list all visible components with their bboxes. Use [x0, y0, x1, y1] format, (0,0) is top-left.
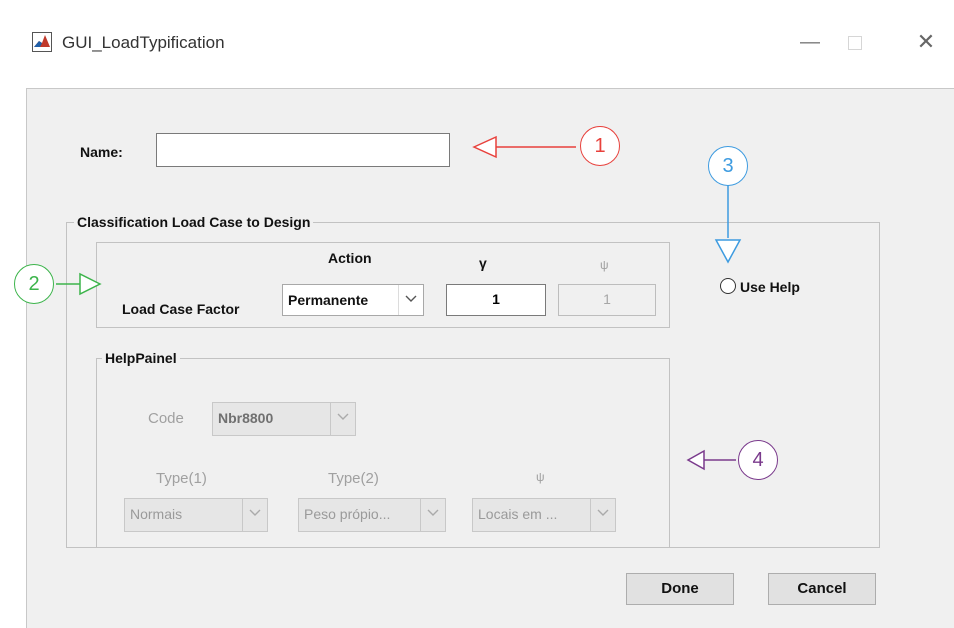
annotation-badge-1: 1 — [580, 126, 620, 166]
arrow-icon — [714, 185, 742, 264]
annotation-arrows — [56, 135, 742, 471]
annotation-badge-2: 2 — [14, 264, 54, 304]
arrow-icon — [56, 272, 102, 296]
arrow-icon — [472, 135, 576, 159]
arrow-icon — [686, 449, 736, 471]
annotation-badge-4: 4 — [738, 440, 778, 480]
annotation-badge-3: 3 — [708, 146, 748, 186]
